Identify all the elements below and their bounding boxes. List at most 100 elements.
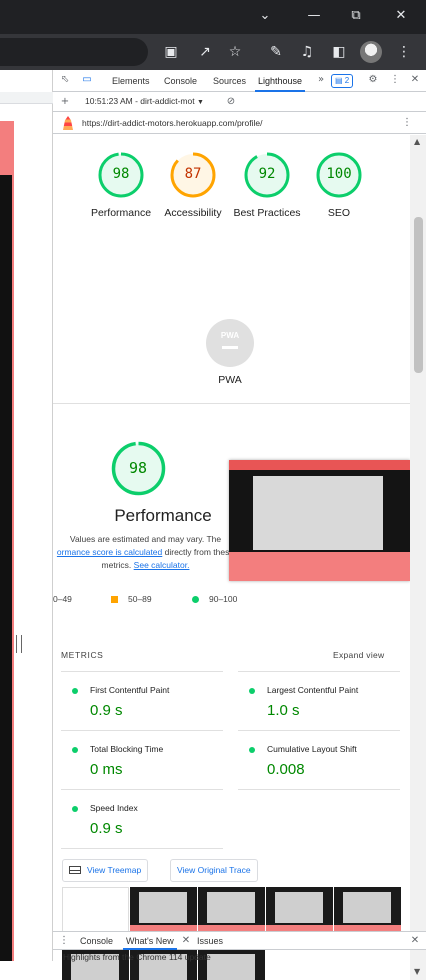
settings-gear-icon[interactable]: ⚙ xyxy=(366,73,380,87)
minimize-icon[interactable]: — xyxy=(303,6,325,26)
close-icon[interactable]: ✕ xyxy=(390,6,412,26)
vertical-scrollbar[interactable]: ▲ ▼ xyxy=(410,135,426,980)
pass-dot-icon xyxy=(72,747,78,753)
performance-score-gauge[interactable]: 98 xyxy=(110,440,167,497)
new-report-plus-icon[interactable]: + xyxy=(58,95,72,109)
note-line-1: Values are estimated and may vary. The xyxy=(69,534,222,544)
pwa-label: PWA xyxy=(218,374,242,386)
score-label: Performance xyxy=(90,207,152,219)
page-viewport xyxy=(0,70,53,961)
view-treemap-button[interactable]: View Treemap xyxy=(62,859,149,882)
device-toolbar-icon[interactable]: ▭ xyxy=(80,73,94,87)
pwa-dash-icon xyxy=(222,346,238,349)
metric-tbt: Total Blocking Time 0 ms xyxy=(61,731,223,789)
view-original-trace-button[interactable]: View Original Trace xyxy=(170,859,258,882)
close-tab-icon[interactable]: ✕ xyxy=(179,934,193,948)
drawer-tab-issues[interactable]: Issues xyxy=(197,932,223,950)
share-icon[interactable]: ↗ xyxy=(195,42,215,62)
metric-value: 0.9 s xyxy=(90,702,123,719)
metric-name: Speed Index xyxy=(90,803,138,813)
devtools-tab-bar: ⬁ ▭ Elements Console Sources Lighthouse … xyxy=(53,70,426,92)
clear-reports-icon[interactable]: ⊘ xyxy=(224,95,238,109)
profile-avatar[interactable] xyxy=(360,41,382,63)
pass-dot-icon xyxy=(249,747,255,753)
view-trace-label: View Original Trace xyxy=(177,865,251,875)
browser-toolbar: ▣ ↗ ☆ ✎ ♫ ◧ ⋮ xyxy=(0,34,426,70)
tab-elements[interactable]: Elements xyxy=(112,70,150,92)
tab-console[interactable]: Console xyxy=(164,70,197,92)
scroll-down-icon[interactable]: ▼ xyxy=(414,967,420,976)
lighthouse-toolbar: + 10:51:23 AM - dirt-addict-mot ▼ ⊘ xyxy=(53,92,426,112)
divider xyxy=(238,789,400,790)
screenshot-table xyxy=(253,476,383,550)
divider xyxy=(61,848,223,849)
note-line-3: metrics. xyxy=(101,560,134,570)
expand-view-toggle[interactable]: Expand view xyxy=(333,650,385,660)
tab-search-icon[interactable]: ▣ xyxy=(161,42,181,62)
score-gauge-accessibility[interactable]: 87 xyxy=(169,151,217,199)
gauge-score: 98 xyxy=(128,458,148,477)
page-header-strip xyxy=(0,92,53,104)
devtools-menu-icon[interactable]: ⋮ xyxy=(388,73,402,87)
tab-sources[interactable]: Sources xyxy=(213,70,246,92)
legend-average-square xyxy=(111,596,118,603)
legend-average: 50–89 xyxy=(111,594,152,604)
score-gauge-seo[interactable]: 100 xyxy=(315,151,363,199)
tab-lighthouse[interactable]: Lighthouse xyxy=(255,70,306,92)
report-menu-icon[interactable]: ⋮ xyxy=(400,116,414,130)
gauge-score: 98 xyxy=(112,166,130,183)
more-menu-icon[interactable]: ⋮ xyxy=(394,42,414,62)
legend-fail: 0–49 xyxy=(53,594,72,604)
bookmark-star-icon[interactable]: ☆ xyxy=(225,42,245,62)
metric-value: 0.9 s xyxy=(90,820,123,837)
metric-speed-index: Speed Index 0.9 s xyxy=(61,790,223,848)
scrollbar-thumb[interactable] xyxy=(414,217,423,373)
divider xyxy=(53,403,410,404)
devtools-drawer-tabs: ⋮ Console What's New ✕ Issues ✕ xyxy=(53,931,426,950)
legend-pass-dot xyxy=(192,596,199,603)
report-url: https://dirt-addict-motors.herokuapp.com… xyxy=(82,118,263,128)
close-devtools-icon[interactable]: ✕ xyxy=(408,73,422,87)
more-tabs-icon[interactable]: » xyxy=(314,73,328,87)
address-bar[interactable] xyxy=(0,38,148,66)
score-calculated-link[interactable]: ormance score is calculated xyxy=(57,547,162,557)
lighthouse-report: 98 Performance 87 Accessibility 92 Best Pract… xyxy=(53,135,410,980)
view-treemap-label: View Treemap xyxy=(87,865,142,875)
issues-badge[interactable]: ▤ 2 xyxy=(331,74,354,88)
close-drawer-icon[interactable]: ✕ xyxy=(408,934,422,948)
score-label: Best Practices xyxy=(233,207,301,219)
screenshot-footer xyxy=(229,552,410,581)
metric-name: Cumulative Layout Shift xyxy=(267,744,357,754)
gauge-score: 92 xyxy=(258,166,276,183)
drawer-menu-icon[interactable]: ⋮ xyxy=(57,934,71,948)
issues-count: 2 xyxy=(344,76,350,85)
drawer-tab-console[interactable]: Console xyxy=(80,932,113,950)
pwa-badge-text: PWA xyxy=(220,331,240,340)
report-url-bar: https://dirt-addict-motors.herokuapp.com… xyxy=(53,112,426,134)
metric-value: 1.0 s xyxy=(267,702,300,719)
metric-name: First Contentful Paint xyxy=(90,685,170,695)
scroll-up-icon[interactable]: ▲ xyxy=(414,137,420,146)
score-gauge-performance[interactable]: 98 xyxy=(97,151,145,199)
panel-resize-handle[interactable] xyxy=(16,635,22,653)
metric-cls: Cumulative Layout Shift 0.008 xyxy=(238,731,400,789)
legend-pass-label: 90–100 xyxy=(209,594,238,604)
chevron-down-icon: ▼ xyxy=(196,99,204,106)
pass-dot-icon xyxy=(72,806,78,812)
legend-pass: 90–100 xyxy=(192,594,237,604)
report-selector[interactable]: 10:51:23 AM - dirt-addict-mot ▼ xyxy=(85,96,204,106)
inspect-element-icon[interactable]: ⬁ xyxy=(58,73,72,87)
side-panel-icon[interactable]: ◧ xyxy=(329,42,349,62)
treemap-icon xyxy=(69,866,81,874)
devtools-panel: ⬁ ▭ Elements Console Sources Lighthouse … xyxy=(53,70,426,980)
see-calculator-link[interactable]: See calculator. xyxy=(134,560,190,570)
final-screenshot[interactable] xyxy=(229,460,410,581)
media-icon[interactable]: ♫ xyxy=(297,42,317,62)
restore-icon[interactable]: ⧉ xyxy=(345,6,367,26)
drawer-tab-whats-new[interactable]: What's New xyxy=(123,932,177,950)
chevron-down-icon[interactable]: ⌄ xyxy=(254,6,276,26)
extensions-icon[interactable]: ✎ xyxy=(266,42,286,62)
metric-value: 0 ms xyxy=(90,761,123,778)
pwa-badge[interactable]: PWA xyxy=(206,319,254,367)
score-gauge-best-practices[interactable]: 92 xyxy=(243,151,291,199)
